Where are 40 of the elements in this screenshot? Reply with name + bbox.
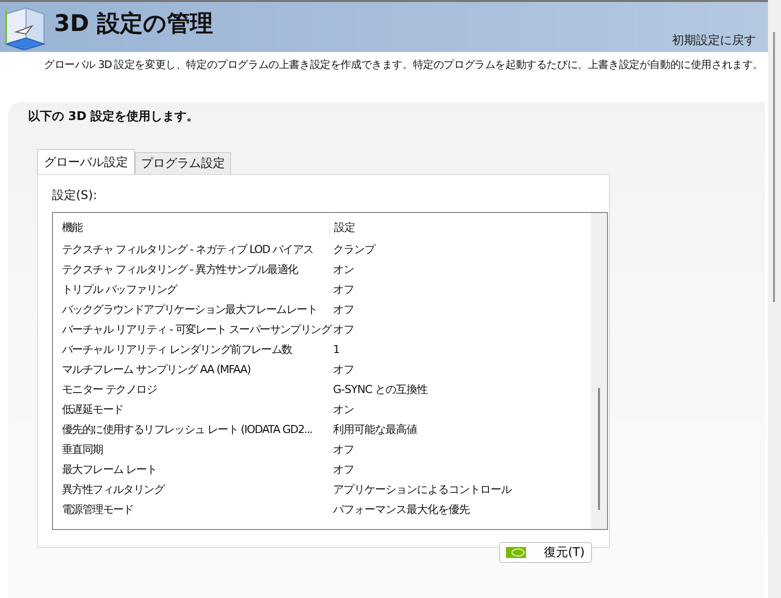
setting-value-cell[interactable]: オフ: [329, 282, 354, 296]
setting-value-cell[interactable]: クランプ: [329, 242, 375, 256]
column-header[interactable]: 機能: [53, 220, 329, 234]
eye-logo-icon: [506, 547, 526, 558]
setting-value-cell[interactable]: G-SYNC との互換性: [329, 382, 428, 396]
setting-value-cell[interactable]: オン: [329, 262, 354, 276]
feature-cell-text: テクスチャ フィルタリング - 異方性サンプル最適化: [61, 262, 300, 276]
restore-button[interactable]: 復元(T): [499, 542, 592, 563]
feature-cell-text: トリプル バッファリング: [61, 282, 178, 296]
setting-value-cell[interactable]: パフォーマンス最大化を優先: [329, 502, 470, 516]
setting-value-cell[interactable]: アプリケーションによるコントロール: [329, 482, 512, 496]
tab[interactable]: プログラム設定: [135, 152, 231, 174]
page-scrollbar[interactable]: [768, 0, 781, 598]
feature-cell-text: 優先的に使用するリフレッシュ レート (IODATA GD2...: [61, 422, 314, 436]
list-scrollbar[interactable]: [591, 213, 607, 529]
setting-value-cell[interactable]: オン: [329, 402, 354, 416]
feature-cell-text: テクスチャ フィルタリング - ネガティブ LOD バイアス: [61, 242, 314, 256]
settings-label: 設定(S):: [52, 187, 98, 204]
setting-value-cell[interactable]: 利用可能な最高値: [329, 422, 417, 436]
page-title: 3D 設定の管理: [54, 10, 214, 39]
setting-value-cell[interactable]: オフ: [329, 462, 354, 476]
feature-cell-text: マルチフレーム サンプリング AA (MFAA): [61, 362, 252, 376]
tab[interactable]: グローバル設定: [37, 149, 135, 174]
feature-cell-text: バーチャル リアリティ - 可変レート スーパーサンプリング: [61, 322, 329, 336]
column-header[interactable]: 設定: [329, 215, 355, 239]
feature-cell-text: 垂直同期: [61, 442, 104, 456]
setting-value-cell[interactable]: オフ: [329, 302, 354, 316]
feature-cell-text: モニター テクノロジ: [61, 382, 158, 396]
feature-cell-text: 異方性フィルタリング: [61, 482, 166, 496]
feature-cell-text: バックグラウンドアプリケーション最大フレームレート: [61, 302, 318, 316]
setting-value-cell[interactable]: オフ: [329, 442, 354, 456]
restore-defaults-link[interactable]: 初期設定に戻す: [672, 32, 756, 49]
section-heading: 以下の 3D 設定を使用します。: [28, 108, 200, 125]
feature-cell-text: バーチャル リアリティ レンダリング前フレーム数: [61, 342, 293, 356]
feature-cell-text: 電源管理モード: [61, 502, 134, 516]
description-text: グローバル 3D 設定を変更し、特定のプログラムの上書き設定を作成できます。特定のプログラムを起動するたびに、上書き設定が自動的に使用されます。: [43, 58, 764, 72]
feature-cell-text: 低遅延モード: [61, 402, 124, 416]
feature-cell-text: 最大フレーム レート: [61, 462, 158, 476]
setting-value-cell[interactable]: 1: [329, 342, 340, 356]
setting-value-cell[interactable]: オフ: [329, 362, 354, 376]
